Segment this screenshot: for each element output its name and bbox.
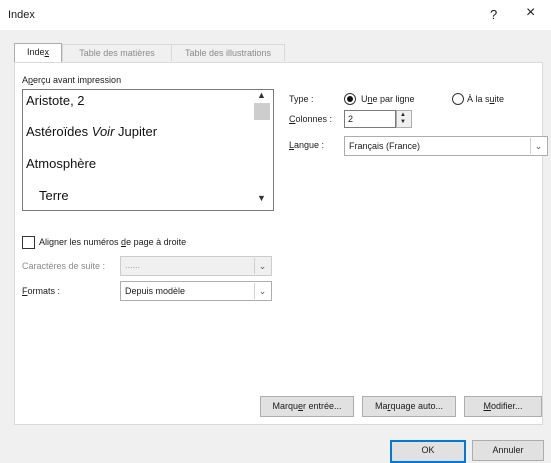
colonnes-spinner[interactable]: ▲ ▼ <box>396 110 412 128</box>
preview-scrollbar[interactable]: ▲ ▼ <box>253 89 271 209</box>
preview-label: Aperçu avant impression <box>22 75 122 85</box>
preview-line: Atmosphère <box>26 156 97 171</box>
preview-box: Aristote, 2 Astéroïdes Voir Jupiter Atmo… <box>22 89 274 211</box>
align-checkbox[interactable] <box>22 236 35 249</box>
ok-button[interactable]: OK <box>390 440 466 463</box>
colonnes-input[interactable]: 2 <box>344 110 396 128</box>
close-button[interactable]: × <box>526 4 535 22</box>
tab-table-des-illustrations[interactable]: Table des illustrations <box>171 44 285 61</box>
suite-select[interactable]: ...... ⌄ <box>120 256 272 276</box>
langue-value: Français (France) <box>349 141 421 151</box>
modifier-button[interactable]: Modifier... <box>464 396 542 417</box>
scroll-thumb[interactable] <box>254 103 270 120</box>
title-bar <box>0 0 551 30</box>
scroll-up-icon[interactable]: ▲ <box>257 90 266 100</box>
tab-label: Inde <box>26 47 45 57</box>
scroll-down-icon[interactable]: ▼ <box>257 193 266 203</box>
radio-a-la-suite-label: À la suite <box>467 94 505 104</box>
suite-label: Caractères de suite : <box>22 261 106 271</box>
colonnes-value: 2 <box>348 114 354 124</box>
formats-value: Depuis modèle <box>125 286 186 296</box>
align-label: Aligner les numéros de page à droite <box>39 237 187 247</box>
marquage-auto-button[interactable]: Marquage auto... <box>362 396 456 417</box>
chevron-down-icon: ⌄ <box>530 138 546 154</box>
spin-up-icon[interactable]: ▲ <box>400 112 406 118</box>
langue-select[interactable]: Français (France) ⌄ <box>344 136 548 156</box>
help-button[interactable]: ? <box>490 7 497 22</box>
dialog-title: Index <box>8 9 35 21</box>
tab-table-des-matieres[interactable]: Table des matières <box>62 44 172 61</box>
chevron-down-icon: ⌄ <box>254 258 270 274</box>
preview-line: Astéroïdes Voir Jupiter <box>26 124 158 139</box>
radio-a-la-suite[interactable] <box>452 93 464 105</box>
spin-down-icon[interactable]: ▼ <box>400 119 406 125</box>
colonnes-label: Colonnes : <box>289 114 333 124</box>
radio-une-par-ligne[interactable] <box>344 93 356 105</box>
tab-index[interactable]: Index <box>14 43 62 62</box>
formats-select[interactable]: Depuis modèle ⌄ <box>120 281 272 301</box>
annuler-button[interactable]: Annuler <box>472 440 544 461</box>
formats-label: Formats : <box>22 286 61 296</box>
preview-line: Terre <box>39 188 69 203</box>
radio-une-par-ligne-label: Une par ligne <box>361 94 415 104</box>
tab-label-accel: x <box>44 47 50 57</box>
type-label: Type : <box>289 94 314 104</box>
preview-line: Aristote, 2 <box>26 93 85 108</box>
marquer-entree-button[interactable]: Marquer entrée... <box>260 396 354 417</box>
langue-label: Langue : <box>289 140 325 150</box>
chevron-down-icon: ⌄ <box>254 283 270 299</box>
suite-value: ...... <box>125 260 141 270</box>
